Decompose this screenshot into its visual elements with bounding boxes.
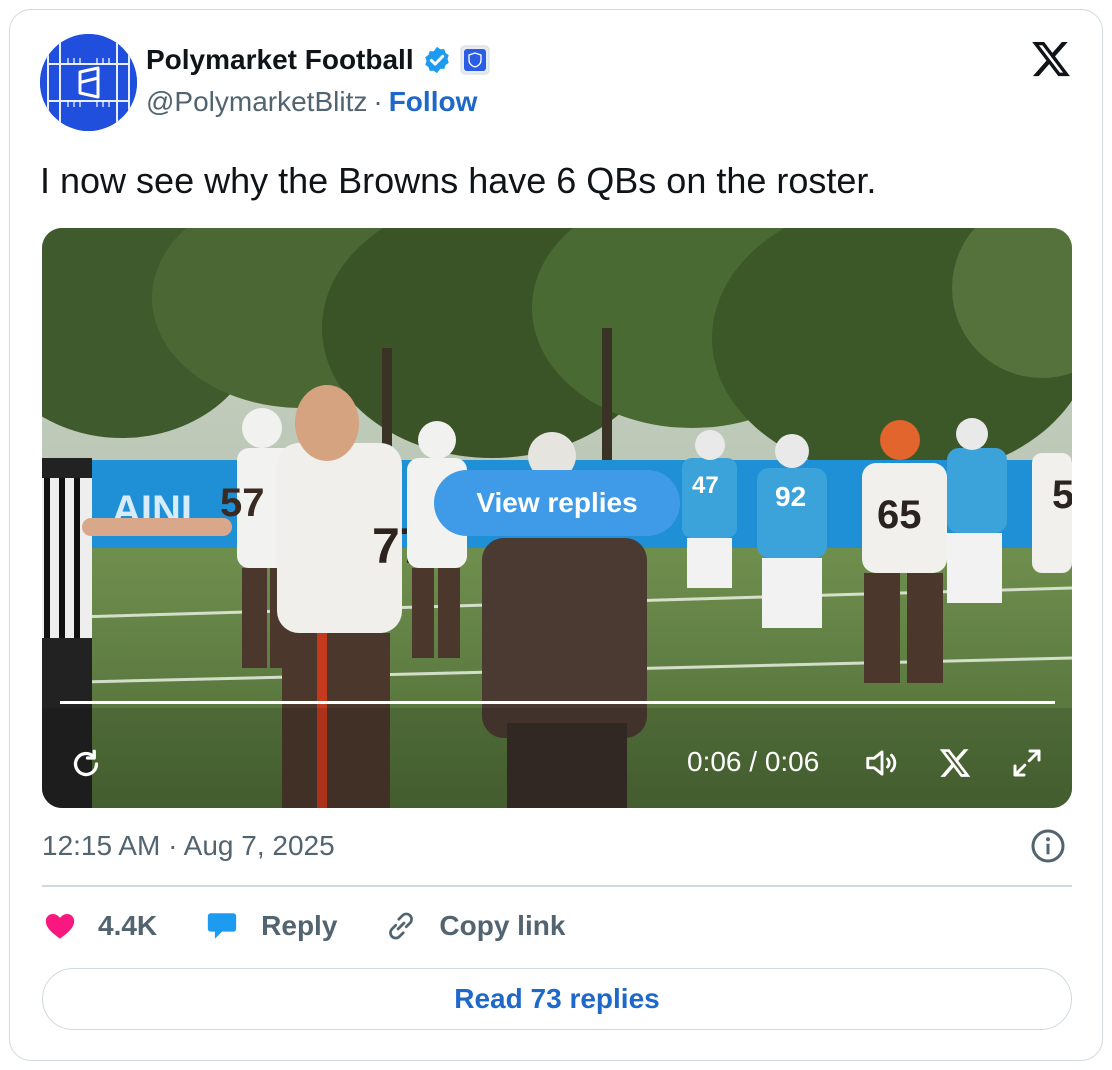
tweet-text: I now see why the Browns have 6 QBs on t…	[40, 160, 877, 201]
replay-icon[interactable]	[68, 746, 104, 782]
tweet-timestamp[interactable]: 12:15 AM · Aug 7, 2025	[42, 830, 335, 862]
jersey-57: 57	[220, 481, 265, 525]
copy-link-label: Copy link	[439, 910, 566, 941]
heart-icon	[45, 913, 75, 939]
divider	[42, 885, 1072, 887]
handle-separator: ·	[373, 86, 383, 117]
like-count: 4.4K	[98, 910, 158, 941]
action-bar: 4.4K Reply Copy link	[42, 908, 611, 944]
info-icon[interactable]	[1030, 828, 1066, 864]
affiliate-badge-icon[interactable]	[460, 45, 490, 75]
author-block: Polymarket Football @PolymarketBlitz · F…	[146, 44, 490, 118]
volume-icon[interactable]	[862, 744, 902, 782]
video-progress-bar[interactable]	[60, 701, 1055, 704]
jersey-5: 5	[1052, 473, 1072, 517]
reply-label: Reply	[261, 910, 338, 941]
read-replies-button[interactable]: Read 73 replies	[42, 968, 1072, 1030]
copy-link-button[interactable]: Copy link	[383, 908, 565, 944]
jersey-65: 65	[877, 493, 922, 537]
view-replies-button[interactable]: View replies	[434, 470, 680, 536]
avatar[interactable]	[40, 34, 137, 131]
like-button[interactable]: 4.4K	[42, 909, 157, 943]
polymarket-logo-icon	[40, 34, 137, 131]
video-progress-fill	[60, 701, 1055, 704]
author-name[interactable]: Polymarket Football	[146, 44, 414, 76]
video-time: 0:06 / 0:06	[687, 746, 820, 777]
x-watch-icon[interactable]	[937, 746, 973, 780]
jersey-47: 47	[692, 472, 719, 499]
author-handle[interactable]: @PolymarketBlitz	[146, 86, 367, 118]
verified-badge-icon	[424, 46, 449, 74]
follow-button[interactable]: Follow	[389, 86, 478, 118]
jersey-92: 92	[775, 481, 806, 512]
reply-button[interactable]: Reply	[203, 909, 337, 943]
x-logo-icon[interactable]	[1030, 38, 1072, 80]
fullscreen-icon[interactable]	[1009, 745, 1045, 781]
player-5: 5	[1032, 453, 1072, 573]
link-icon	[389, 912, 414, 940]
reply-bubble-icon	[207, 913, 237, 939]
